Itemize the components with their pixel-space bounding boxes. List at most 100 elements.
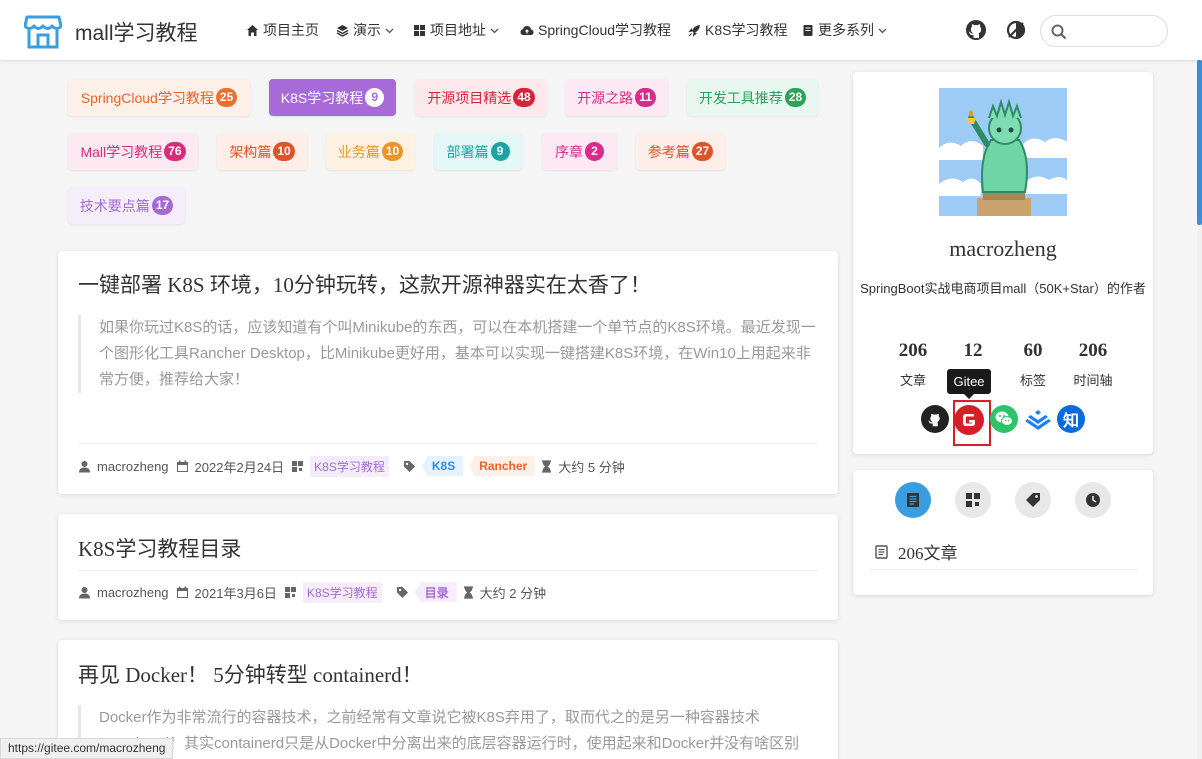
theme-toggle-icon[interactable] [1005, 19, 1027, 41]
post-tag[interactable]: 目录 [414, 582, 457, 602]
post-date: 2022年2月24日 [194, 459, 285, 475]
grid-icon [414, 24, 425, 36]
category-tech-points[interactable]: 技术要点篇 17 [68, 187, 185, 224]
category-icon [966, 493, 980, 507]
category-count: 27 [691, 142, 714, 161]
category-architecture[interactable]: 架构篇 10 [217, 133, 307, 170]
stat-tags[interactable]: 60 标签 [1003, 340, 1063, 389]
chevron-down-icon [878, 28, 887, 33]
category-deployment[interactable]: 部署篇 9 [434, 133, 522, 170]
book-icon [803, 24, 813, 36]
post-meta: macrozheng 2022年2月24日 K8S学习教程 K8S Ranche… [78, 455, 625, 477]
post-read-time: 大约 5 分钟 [558, 459, 625, 475]
category-count: 10 [381, 142, 404, 161]
stat-label: 文章 [899, 373, 926, 388]
post-excerpt: 如果你玩过K8S的话，应该知道有个叫Minikube的东西，可以在本机搭建一个单… [78, 315, 820, 393]
hourglass-icon [541, 459, 552, 473]
tab-timeline[interactable] [1075, 482, 1111, 518]
stat-timeline[interactable]: 206 时间轴 [1063, 340, 1123, 389]
sidebar-widget: 206文章 [853, 470, 1153, 595]
nav-home-label: 项目主页 [263, 22, 319, 38]
category-label: 序章 [555, 143, 583, 160]
github-icon[interactable] [921, 405, 949, 433]
highlight-box [953, 400, 991, 446]
post-title[interactable]: 一键部署 K8S 环境，10分钟玩转，这款开源神器实在太香了！ [78, 269, 651, 299]
tab-tags[interactable] [1015, 482, 1051, 518]
scrollbar-thumb[interactable] [1197, 60, 1202, 225]
github-icon[interactable] [965, 19, 987, 41]
post-tag[interactable]: K8S [421, 456, 464, 476]
category-open-source-road[interactable]: 开源之路 11 [565, 79, 668, 116]
stat-value: 12 [963, 340, 983, 361]
post-read-time: 大约 2 分钟 [479, 585, 547, 601]
nav-demo[interactable]: 演示 [336, 20, 394, 40]
tag-icon [1026, 493, 1040, 507]
tab-categories[interactable] [955, 482, 991, 518]
category-k8s[interactable]: K8S学习教程 9 [269, 79, 396, 116]
nav-project-address-label: 项目地址 [430, 22, 486, 38]
store-logo-icon[interactable] [24, 12, 62, 50]
nav-k8s[interactable]: K8S学习教程 [688, 20, 787, 40]
nav-k8s-label: K8S学习教程 [705, 22, 788, 38]
zhihu-icon[interactable]: 知 [1057, 405, 1085, 433]
category-open-source-picks[interactable]: 开源项目精选 48 [415, 79, 547, 116]
stat-label: 时间轴 [1073, 373, 1113, 388]
category-label: 业务篇 [337, 143, 380, 160]
post-author[interactable]: macrozheng [97, 459, 169, 474]
search-icon [1051, 24, 1067, 40]
clock-icon [1086, 493, 1100, 507]
category-springcloud[interactable]: SpringCloud学习教程 25 [68, 79, 250, 116]
nav-springcloud-label: SpringCloud学习教程 [538, 22, 672, 38]
post-tag[interactable]: Rancher [469, 456, 536, 476]
category-count: 25 [215, 88, 238, 107]
post-category[interactable]: K8S学习教程 [302, 581, 382, 603]
tab-articles[interactable] [895, 482, 931, 518]
post-title[interactable]: K8S学习教程目录 [78, 533, 241, 563]
post-title[interactable]: 再见 Docker！ 5分钟转型 containerd！ [78, 659, 423, 689]
category-label: 开源项目精选 [427, 89, 512, 106]
layers-icon [336, 24, 349, 37]
category-label: 开发工具推荐 [698, 89, 783, 106]
category-icon [284, 586, 297, 599]
category-count: 9 [490, 142, 510, 161]
stat-articles[interactable]: 206 文章 [883, 340, 943, 389]
stat-value: 206 [1078, 340, 1108, 361]
search-box[interactable] [1040, 15, 1168, 47]
search-input[interactable] [1075, 21, 1160, 41]
category-mall[interactable]: Mall学习教程 76 [68, 133, 198, 170]
article-count-text: 206文章 [898, 544, 958, 563]
divider [78, 570, 818, 571]
nav-more-series[interactable]: 更多系列 [802, 20, 887, 40]
divider [78, 443, 818, 444]
calendar-icon [176, 460, 189, 473]
post-card[interactable]: 一键部署 K8S 环境，10分钟玩转，这款开源神器实在太香了！ 如果你玩过K8S… [58, 251, 838, 494]
avatar[interactable] [939, 88, 1067, 216]
category-label: 技术要点篇 [79, 197, 150, 214]
stat-value: 206 [898, 340, 928, 361]
category-count: 17 [151, 196, 174, 215]
article-icon [907, 493, 919, 507]
category-count: 11 [635, 88, 656, 107]
wechat-icon[interactable] [990, 405, 1018, 433]
post-card[interactable]: K8S学习教程目录 macrozheng 2021年3月6日 K8S学习教程 目… [58, 514, 838, 620]
post-category[interactable]: K8S学习教程 [310, 455, 389, 477]
category-count: 9 [365, 88, 385, 107]
nav-project-address[interactable]: 项目地址 [413, 20, 499, 40]
nav-home[interactable]: 项目主页 [246, 20, 319, 40]
category-dev-tools[interactable]: 开发工具推荐 28 [687, 79, 818, 116]
author-name[interactable]: macrozheng [853, 236, 1153, 262]
site-title[interactable]: mall学习教程 [75, 17, 198, 47]
article-count[interactable]: 206文章 [875, 539, 958, 564]
category-reference[interactable]: 参考篇 27 [636, 133, 725, 170]
juejin-icon[interactable] [1024, 405, 1052, 433]
nav-more-series-label: 更多系列 [818, 22, 874, 38]
post-author[interactable]: macrozheng [97, 585, 169, 600]
post-card[interactable]: 再见 Docker！ 5分钟转型 containerd！ Docker作为非常流… [58, 640, 838, 759]
category-label: 参考篇 [647, 143, 690, 160]
category-prologue[interactable]: 序章 2 [542, 133, 617, 170]
category-business[interactable]: 业务篇 10 [326, 133, 415, 170]
category-label: 架构篇 [229, 143, 272, 160]
user-icon [78, 586, 91, 599]
nav-springcloud[interactable]: SpringCloud学习教程 [520, 20, 671, 40]
category-label: Mall学习教程 [80, 143, 163, 160]
